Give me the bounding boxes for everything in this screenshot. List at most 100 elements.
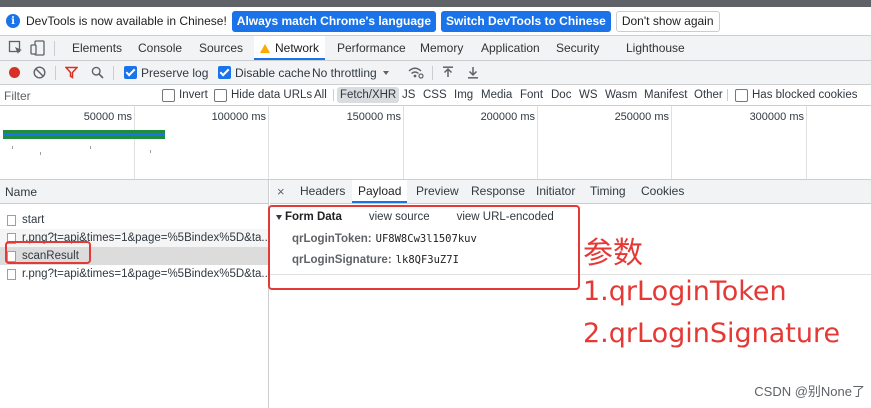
name-column-header[interactable]: Name: [0, 180, 268, 204]
toolbar-separator: [55, 66, 56, 80]
annotation-title: 参数: [583, 236, 643, 271]
type-filter-fetch-xhr[interactable]: Fetch/XHR: [337, 85, 400, 105]
type-filter-doc[interactable]: Doc: [551, 85, 571, 105]
request-row-scanresult[interactable]: scanResult: [0, 247, 268, 265]
param-value: lk8QF3uZ7I: [395, 254, 459, 266]
tab-console[interactable]: Console: [138, 36, 182, 60]
invert-checkbox[interactable]: Invert: [162, 85, 208, 105]
devtools-main-tabs: Elements Console Sources Network Perform…: [0, 36, 871, 61]
timeline-gridline: [537, 106, 538, 179]
tab-sources[interactable]: Sources: [199, 36, 243, 60]
tab-network[interactable]: Network: [254, 36, 326, 60]
timeline-tick-label: 100000 ms: [211, 111, 266, 123]
tab-security[interactable]: Security: [556, 36, 599, 60]
tab-initiator[interactable]: Initiator: [536, 180, 575, 203]
request-name: r.png?t=api&times=1&page=%5Bindex%5D&ta.…: [22, 232, 268, 244]
hide-data-urls-checkbox[interactable]: Hide data URLs: [214, 85, 312, 105]
param-key: qrLoginToken:: [292, 233, 372, 245]
record-icon: [9, 67, 20, 78]
preserve-log-check: [124, 66, 137, 79]
tab-timing[interactable]: Timing: [590, 180, 626, 203]
tab-preview[interactable]: Preview: [416, 180, 459, 203]
type-filter-js[interactable]: JS: [402, 85, 415, 105]
network-overview-timeline[interactable]: 50000 ms 100000 ms 150000 ms 200000 ms 2…: [0, 106, 871, 180]
form-param-row: qrLoginSignature: lk8QF3uZ7I: [292, 254, 459, 266]
tab-payload[interactable]: Payload: [352, 180, 408, 203]
timeline-tick-label: 50000 ms: [83, 111, 132, 123]
annotation-line-1: 1.qrLoginToken: [583, 276, 787, 307]
network-conditions-icon[interactable]: [408, 66, 424, 79]
tab-lighthouse[interactable]: Lighthouse: [626, 36, 685, 60]
type-filter-manifest[interactable]: Manifest: [644, 85, 687, 105]
tab-headers[interactable]: Headers: [300, 180, 345, 203]
disable-cache-check: [218, 66, 231, 79]
toolbar-separator: [113, 66, 114, 80]
preserve-log-label: Preserve log: [141, 65, 209, 80]
section-divider: [270, 274, 871, 275]
form-data-section-header[interactable]: Form Data view source view URL-encoded: [276, 211, 554, 223]
request-name: start: [22, 214, 45, 226]
tab-elements[interactable]: Elements: [72, 36, 122, 60]
tab-memory[interactable]: Memory: [420, 36, 463, 60]
chevron-down-icon: [382, 70, 389, 75]
csdn-watermark: CSDN @别None了: [754, 384, 865, 399]
view-source-link[interactable]: view source: [369, 211, 430, 223]
timeline-tick-label: 150000 ms: [346, 111, 401, 123]
info-icon: i: [6, 14, 20, 28]
disable-cache-checkbox[interactable]: Disable cache: [218, 61, 310, 84]
timeline-marker: [12, 146, 13, 149]
preserve-log-checkbox[interactable]: Preserve log: [124, 61, 208, 84]
type-filter-other[interactable]: Other: [694, 85, 723, 105]
switch-to-chinese-button[interactable]: Switch DevTools to Chinese: [441, 10, 611, 32]
tab-network-label: Network: [275, 41, 320, 55]
type-filter-all[interactable]: All: [314, 85, 327, 105]
record-button[interactable]: [9, 61, 20, 84]
clear-icon[interactable]: [33, 66, 46, 79]
infobar-message: DevTools is now available in Chinese!: [26, 14, 227, 28]
network-filter-bar: Invert Hide data URLs All Fetch/XHR JS C…: [0, 85, 871, 106]
throttling-select[interactable]: No throttling: [312, 61, 389, 84]
tab-cookies[interactable]: Cookies: [641, 180, 684, 203]
filter-icon[interactable]: [65, 66, 78, 79]
document-icon: [7, 250, 16, 262]
export-har-icon[interactable]: [467, 66, 479, 79]
search-icon[interactable]: [91, 66, 104, 79]
inspect-element-icon[interactable]: [8, 40, 24, 56]
hide-data-urls-label: Hide data URLs: [231, 89, 313, 101]
import-har-icon[interactable]: [442, 66, 454, 79]
tab-performance[interactable]: Performance: [337, 36, 406, 60]
annotation-line-2: 2.qrLoginSignature: [583, 318, 841, 349]
view-url-encoded-link[interactable]: view URL-encoded: [457, 211, 554, 223]
timeline-marker: [90, 146, 91, 149]
blocked-cookies-label: Has blocked cookies: [752, 89, 858, 101]
dont-show-again-button[interactable]: Don't show again: [615, 10, 720, 32]
timeline-marker: [40, 152, 41, 155]
timeline-gridline: [671, 106, 672, 179]
tab-response[interactable]: Response: [471, 180, 525, 203]
timeline-tick-label: 250000 ms: [614, 111, 669, 123]
blocked-cookies-checkbox[interactable]: Has blocked cookies: [735, 85, 857, 105]
timeline-marker: [150, 150, 151, 153]
timeline-gridline: [403, 106, 404, 179]
timeline-tick-label: 200000 ms: [480, 111, 535, 123]
always-match-language-button[interactable]: Always match Chrome's language: [231, 10, 437, 32]
filter-input[interactable]: [4, 87, 144, 104]
device-toolbar-icon[interactable]: [30, 40, 46, 56]
request-row-start[interactable]: start: [0, 211, 268, 229]
type-filter-wasm[interactable]: Wasm: [605, 85, 637, 105]
request-row-rpng-2[interactable]: r.png?t=api&times=1&page=%5Bindex%5D&ta.…: [0, 265, 268, 283]
type-filter-css[interactable]: CSS: [423, 85, 447, 105]
type-filter-font[interactable]: Font: [520, 85, 543, 105]
param-key: qrLoginSignature:: [292, 254, 392, 266]
type-filter-img[interactable]: Img: [454, 85, 473, 105]
type-filter-ws[interactable]: WS: [579, 85, 598, 105]
filter-separator: [727, 89, 728, 101]
tab-application[interactable]: Application: [481, 36, 540, 60]
language-infobar: i DevTools is now available in Chinese! …: [0, 7, 871, 36]
type-filter-media[interactable]: Media: [481, 85, 512, 105]
request-name: scanResult: [22, 250, 79, 262]
invert-check: [162, 88, 175, 102]
close-details-icon[interactable]: ×: [277, 180, 285, 203]
form-data-title: Form Data: [285, 211, 342, 223]
request-row-rpng-1[interactable]: r.png?t=api&times=1&page=%5Bindex%5D&ta.…: [0, 229, 268, 247]
